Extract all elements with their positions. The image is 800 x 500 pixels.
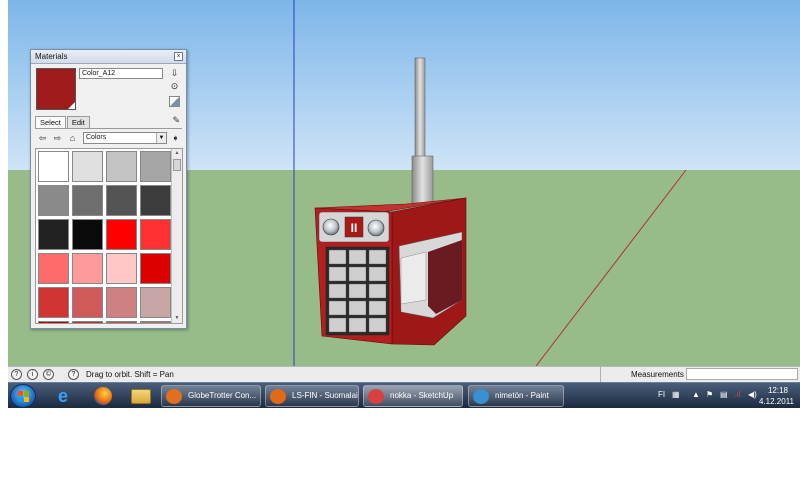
svg-text:II: II <box>351 221 358 235</box>
start-button[interactable] <box>10 384 36 408</box>
back-arrow-icon[interactable]: ⇦ <box>37 132 48 144</box>
color-swatch[interactable] <box>106 321 137 323</box>
scroll-thumb[interactable] <box>173 159 181 171</box>
front-grille <box>325 246 390 336</box>
exhaust-pipe-top <box>414 57 426 159</box>
globetrotter-icon <box>166 389 182 404</box>
action-center-flag-icon[interactable]: ⚑ <box>706 390 713 400</box>
keyboard-icon[interactable]: ▦ <box>672 390 680 400</box>
library-nav-row: ⇦ ⇨ ⌂ Colors ▼ ➧ <box>35 132 183 145</box>
eyedropper-icon[interactable]: ✎ <box>172 115 180 126</box>
material-name-field[interactable]: Color_A12 <box>79 68 163 79</box>
taskbar-button-sketchup[interactable]: nokka - SketchUp <box>363 385 463 407</box>
materials-panel[interactable]: Materials × Color_A12 ⇩ ⊙ Select Edit ✎ … <box>30 49 187 329</box>
display-secondary-icon[interactable]: ⊙ <box>169 81 180 92</box>
windows-taskbar: e GlobeTrotter Con... LS-FIN - Suomalai..… <box>8 382 800 408</box>
measurements-label: Measurements <box>600 367 685 382</box>
color-swatch[interactable] <box>106 151 137 182</box>
desktop-screen: II Materials × Color_A12 ⇩ ⊙ Select Edit… <box>0 0 800 500</box>
taskbar-button-label: nokka - SketchUp <box>390 391 454 400</box>
system-tray: FI ▦ ▲ ⚑ ▤ .ıl ◀) 12:18 4.12.2011 <box>648 383 800 409</box>
headlight-right <box>367 219 385 237</box>
library-dropdown[interactable]: Colors ▼ <box>83 132 167 144</box>
paint-icon <box>473 389 489 404</box>
swatch-list[interactable]: ▲ ▼ <box>35 148 183 324</box>
close-icon[interactable]: × <box>174 52 183 61</box>
current-material-swatch[interactable] <box>36 68 76 110</box>
network-icon[interactable]: ▤ <box>720 390 728 400</box>
library-selected: Colors <box>86 134 107 141</box>
color-swatch[interactable] <box>72 321 103 323</box>
color-swatch[interactable] <box>72 253 103 284</box>
geolocation-icon[interactable]: ? <box>11 369 22 380</box>
color-swatch[interactable] <box>140 219 171 250</box>
scroll-up-icon[interactable]: ▲ <box>172 149 182 158</box>
sketchup-icon <box>368 389 384 404</box>
status-bar: ? i © ? Drag to orbit. Shift = Pan Measu… <box>8 366 800 382</box>
taskbar-button-label: GlobeTrotter Con... <box>188 391 257 400</box>
materials-title: Materials <box>35 52 68 61</box>
color-swatch[interactable] <box>106 253 137 284</box>
color-swatch[interactable] <box>72 219 103 250</box>
color-swatch[interactable] <box>106 185 137 216</box>
help-icon[interactable]: ? <box>68 369 79 380</box>
default-material-icon[interactable] <box>169 96 180 107</box>
create-material-icon[interactable]: ⇩ <box>169 68 180 79</box>
taskbar-button-label: nimetön - Paint <box>495 391 549 400</box>
credits-icon[interactable]: i <box>27 369 38 380</box>
clock-time[interactable]: 12:18 <box>768 386 788 395</box>
color-swatch[interactable] <box>38 321 69 323</box>
volume-icon[interactable]: ◀) <box>748 390 757 400</box>
internet-explorer-icon[interactable]: e <box>48 385 78 407</box>
scroll-down-icon[interactable]: ▼ <box>172 314 182 323</box>
taskbar-button-firefox[interactable]: LS-FIN - Suomalai... <box>265 385 359 407</box>
color-swatch[interactable] <box>140 151 171 182</box>
color-swatch[interactable] <box>140 287 171 318</box>
user-icon[interactable]: © <box>43 369 54 380</box>
color-swatch[interactable] <box>72 287 103 318</box>
color-swatch[interactable] <box>106 287 137 318</box>
color-swatch[interactable] <box>140 185 171 216</box>
color-swatch[interactable] <box>140 253 171 284</box>
language-indicator[interactable]: FI <box>658 390 665 400</box>
status-hint: Drag to orbit. Shift = Pan <box>86 370 174 379</box>
home-icon[interactable]: ⌂ <box>67 132 78 144</box>
exhaust-pipe-base <box>411 155 434 205</box>
color-swatch[interactable] <box>38 287 69 318</box>
color-swatch[interactable] <box>38 253 69 284</box>
color-swatch[interactable] <box>140 321 171 323</box>
tab-divider <box>35 128 182 129</box>
color-swatch[interactable] <box>38 219 69 250</box>
hood-side-window <box>400 251 427 305</box>
windows-logo-icon <box>18 391 29 402</box>
taskbar-button-paint[interactable]: nimetön - Paint <box>468 385 564 407</box>
swatch-grid <box>38 151 172 323</box>
color-swatch[interactable] <box>106 219 137 250</box>
taskbar-button-globetrotter[interactable]: GlobeTrotter Con... <box>161 385 261 407</box>
headlight-left <box>322 218 340 236</box>
color-swatch[interactable] <box>72 151 103 182</box>
chevron-down-icon[interactable]: ▼ <box>156 133 166 143</box>
clock-date[interactable]: 4.12.2011 <box>759 397 794 406</box>
swatch-scrollbar[interactable]: ▲ ▼ <box>171 149 182 323</box>
firefox-pinned-icon[interactable] <box>88 385 118 407</box>
show-hidden-icons[interactable]: ▲ <box>692 390 700 400</box>
materials-titlebar[interactable]: Materials × <box>31 50 186 64</box>
forward-arrow-icon[interactable]: ⇨ <box>52 132 63 144</box>
firefox-icon <box>270 389 286 404</box>
color-swatch[interactable] <box>38 185 69 216</box>
explorer-folder-icon[interactable] <box>126 385 156 407</box>
taskbar-button-label: LS-FIN - Suomalai... <box>292 391 359 400</box>
signal-icon[interactable]: .ıl <box>734 390 740 400</box>
details-arrow-icon[interactable]: ➧ <box>170 132 181 144</box>
color-swatch[interactable] <box>38 151 69 182</box>
material-corner-icon <box>68 102 75 109</box>
color-swatch[interactable] <box>72 185 103 216</box>
measurements-input[interactable] <box>686 368 798 380</box>
